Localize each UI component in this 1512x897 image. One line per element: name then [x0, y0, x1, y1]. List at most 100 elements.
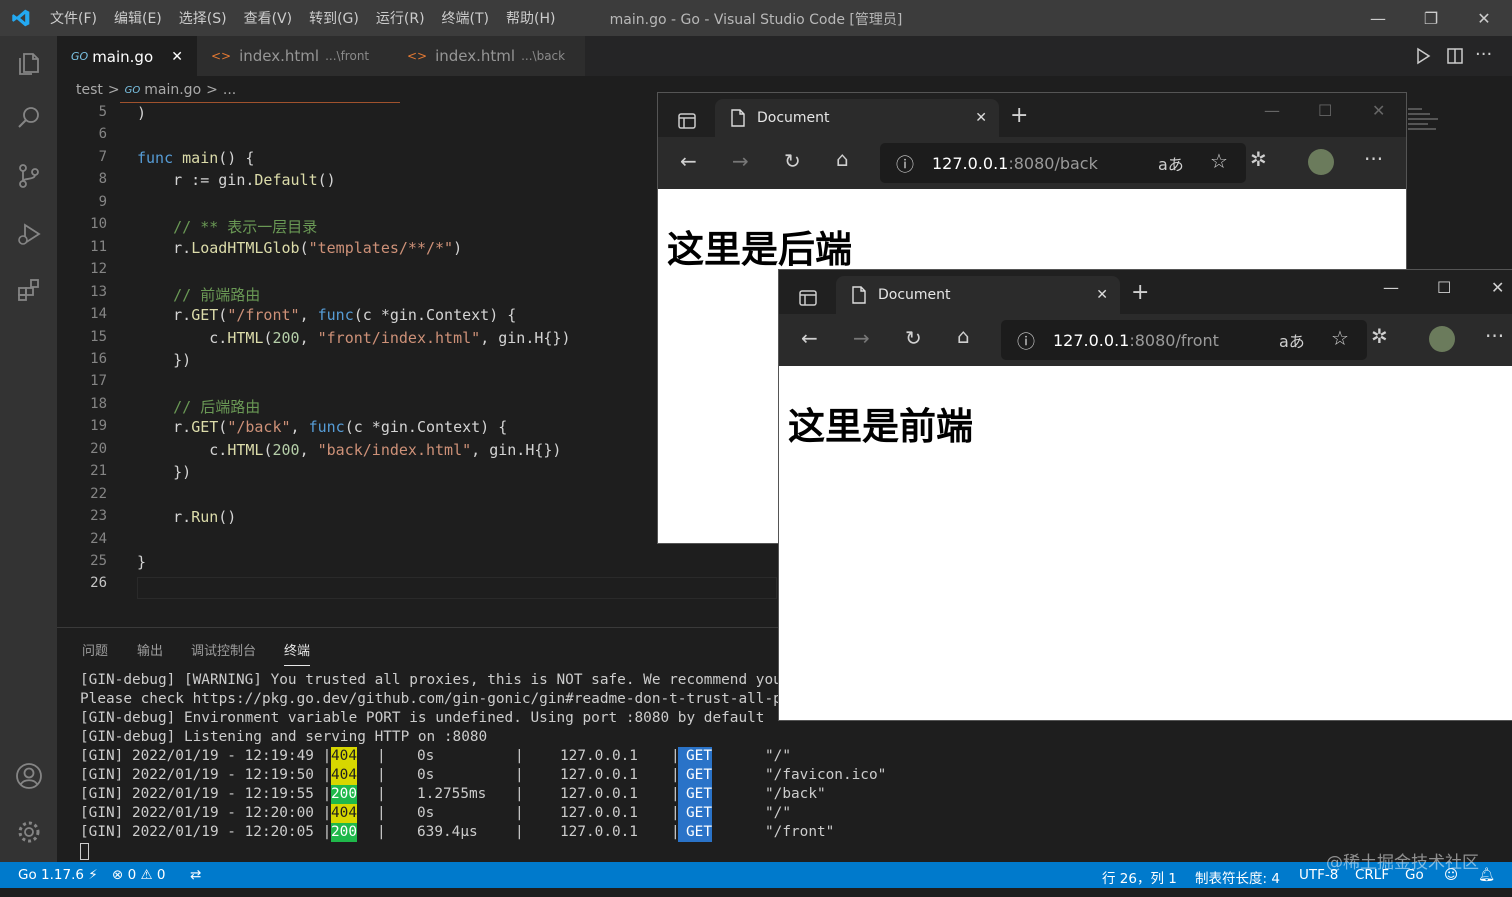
terminal-line: [GIN-debug] [WARNING] You trusted all pr… — [80, 672, 782, 688]
maximize-icon[interactable]: ☐ — [1318, 101, 1332, 120]
breadcrumb-symbol[interactable]: ... — [223, 82, 236, 98]
explorer-button[interactable] — [0, 38, 57, 90]
home-icon[interactable]: ⌂ — [957, 324, 970, 348]
close-tab-icon[interactable]: ✕ — [1096, 287, 1108, 303]
live-share-icon[interactable]: ⇄ — [190, 867, 201, 883]
new-tab-icon[interactable]: + — [1131, 280, 1149, 305]
search-button[interactable] — [0, 92, 57, 144]
column-separator: | — [671, 805, 680, 821]
run-icon[interactable] — [1414, 47, 1432, 65]
close-tab-icon[interactable]: ✕ — [975, 110, 987, 126]
terminal-line: [GIN-debug] Environment variable PORT is… — [80, 710, 765, 726]
line-number: 16 — [90, 350, 107, 367]
problems-count[interactable]: ⊗ 0 ⚠ 0 — [112, 867, 165, 883]
status-code: 404 — [331, 804, 357, 823]
source-control-button[interactable] — [0, 150, 57, 202]
profile-avatar[interactable] — [1308, 149, 1334, 175]
favorite-icon[interactable]: ☆ — [1331, 326, 1349, 350]
column-separator: | — [515, 786, 524, 802]
refresh-icon[interactable]: ↻ — [905, 326, 922, 350]
run-debug-button[interactable] — [0, 208, 57, 260]
profile-avatar[interactable] — [1429, 326, 1455, 352]
minimap[interactable] — [1408, 104, 1448, 138]
page-heading: 这里是后端 — [667, 228, 852, 271]
close-window-button[interactable]: ✕ — [1458, 0, 1510, 36]
tab-label: index.html — [239, 47, 320, 65]
column-separator: | — [671, 786, 680, 802]
tab-back-index-html[interactable]: <> index.html ...\back — [393, 36, 585, 76]
notifications-icon[interactable]: 🔔︎ — [1478, 867, 1495, 883]
html-file-icon: <> — [407, 49, 428, 63]
translate-icon[interactable]: aあ — [1279, 328, 1305, 352]
minimize-icon[interactable]: — — [1383, 278, 1399, 297]
cursor-position[interactable]: 行 26，列 1 — [1102, 867, 1177, 887]
client-ip: 127.0.0.1 — [560, 767, 638, 783]
address-bar[interactable]: ⓘ 127.0.0.1:8080/back aあ ☆ — [880, 143, 1246, 183]
forward-icon[interactable]: → — [732, 149, 749, 173]
tab-actions-icon[interactable] — [678, 113, 696, 129]
breadcrumb-file[interactable]: main.go — [144, 82, 201, 98]
status-code: 200 — [331, 785, 357, 804]
close-icon[interactable]: ✕ — [1372, 101, 1385, 120]
restore-button[interactable]: ❐ — [1405, 0, 1457, 36]
forward-icon[interactable]: → — [853, 326, 870, 350]
minimize-button[interactable]: — — [1352, 0, 1404, 36]
latency: 0s — [417, 805, 435, 821]
browser-tab[interactable]: Document ✕ — [715, 99, 999, 137]
tab-front-index-html[interactable]: <> index.html ...\front — [197, 36, 393, 76]
code-line: func main() { — [137, 148, 255, 167]
split-editor-icon[interactable] — [1446, 47, 1464, 65]
extensions-button[interactable] — [0, 264, 57, 316]
go-file-icon: GO — [124, 84, 141, 96]
refresh-icon[interactable]: ↻ — [784, 149, 801, 173]
favorite-icon[interactable]: ☆ — [1210, 149, 1228, 173]
address-host: 127.0.0.1 — [932, 153, 1009, 173]
new-tab-icon[interactable]: + — [1010, 103, 1028, 128]
more-icon[interactable]: ··· — [1364, 147, 1383, 171]
code-line: r.Run() — [137, 508, 237, 527]
back-icon[interactable]: ← — [801, 326, 818, 350]
page-icon — [852, 286, 866, 304]
code-line: c.HTML(200, "front/index.html", gin.H{}) — [137, 328, 571, 347]
account-button[interactable] — [0, 750, 57, 802]
extensions-icon[interactable]: ✲ — [1371, 324, 1388, 348]
address-bar[interactable]: ⓘ 127.0.0.1:8080/front aあ ☆ — [1001, 320, 1367, 360]
tab-debug-console[interactable]: 调试控制台 — [191, 640, 256, 659]
tab-actions-icon[interactable] — [799, 290, 817, 306]
translate-icon[interactable]: aあ — [1158, 151, 1184, 175]
more-icon[interactable]: ··· — [1485, 324, 1504, 348]
line-number: 20 — [90, 440, 107, 457]
tab-problems[interactable]: 问题 — [82, 640, 108, 659]
back-icon[interactable]: ← — [680, 149, 697, 173]
close-tab-icon[interactable]: ✕ — [171, 49, 183, 65]
browser-tab[interactable]: Document ✕ — [836, 276, 1120, 314]
extensions-icon[interactable]: ✲ — [1250, 147, 1267, 171]
http-method: GET — [678, 766, 712, 785]
breadcrumb-underline — [120, 102, 400, 103]
status-bar: Go 1.17.6 ⚡ ⊗ 0 ⚠ 0 ⇄ 行 26，列 1 制表符长度: 4 … — [0, 862, 1512, 888]
tab-terminal[interactable]: 终端 — [284, 640, 311, 666]
minimize-icon[interactable]: — — [1264, 101, 1280, 120]
column-separator: | — [515, 805, 524, 821]
error-count: 0 — [127, 867, 137, 883]
site-info-icon[interactable]: ⓘ — [1017, 328, 1035, 354]
breadcrumb-folder[interactable]: test — [76, 82, 103, 98]
client-ip: 127.0.0.1 — [560, 824, 638, 840]
http-method: GET — [678, 823, 712, 842]
html-file-icon: <> — [211, 49, 232, 63]
tab-size[interactable]: 制表符长度: 4 — [1195, 867, 1280, 887]
log-prefix: [GIN] 2022/01/19 - 12:19:50 | — [80, 767, 332, 783]
close-icon[interactable]: ✕ — [1491, 278, 1504, 297]
tab-main-go[interactable]: GO main.go ✕ — [57, 36, 197, 76]
maximize-icon[interactable]: ☐ — [1437, 278, 1451, 297]
site-info-icon[interactable]: ⓘ — [896, 151, 914, 177]
settings-button[interactable] — [0, 806, 57, 858]
more-actions-icon[interactable]: ··· — [1475, 44, 1492, 65]
page-heading: 这里是前端 — [788, 405, 973, 448]
go-version[interactable]: Go 1.17.6 ⚡ — [18, 867, 98, 883]
code-line: r.LoadHTMLGlob("templates/**/*") — [137, 238, 463, 257]
tab-output[interactable]: 输出 — [137, 640, 163, 659]
home-icon[interactable]: ⌂ — [836, 147, 849, 171]
code-line: }) — [137, 463, 192, 482]
extensions-icon — [17, 279, 39, 301]
